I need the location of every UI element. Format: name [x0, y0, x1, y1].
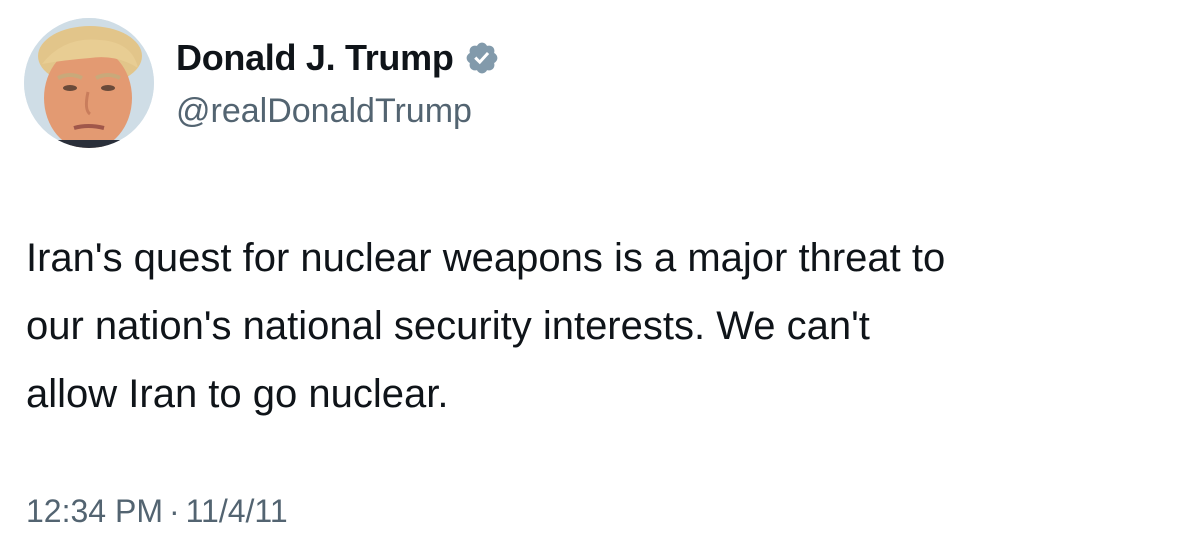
timestamp-row[interactable]: 12:34 PM · 11/4/11	[26, 493, 288, 530]
display-name-row: Donald J. Trump	[176, 36, 500, 80]
tweet-text: Iran's quest for nuclear weapons is a ma…	[26, 236, 946, 416]
separator-dot: ·	[168, 493, 180, 529]
verified-badge-icon[interactable]	[464, 40, 500, 76]
avatar[interactable]	[24, 18, 154, 148]
tweet-time: 12:34 PM	[26, 493, 163, 529]
tweet-date: 11/4/11	[185, 493, 288, 529]
display-name[interactable]: Donald J. Trump	[176, 37, 454, 79]
avatar-image	[24, 18, 154, 148]
handle[interactable]: @realDonaldTrump	[176, 92, 472, 131]
tweet-card: Donald J. Trump @realDonaldTrump Iran's …	[0, 0, 1200, 560]
